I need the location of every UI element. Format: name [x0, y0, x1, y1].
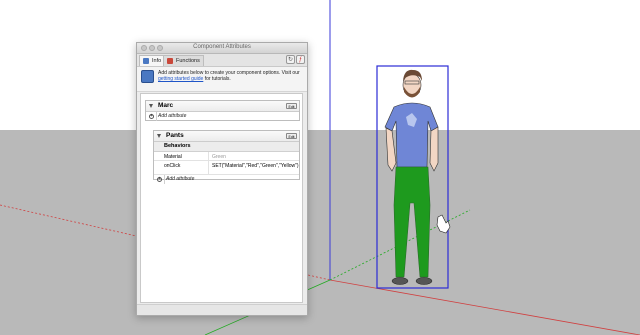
component-name: Pants: [166, 132, 184, 139]
intro-section: Add attributes below to create your comp…: [137, 67, 307, 92]
getting-started-link[interactable]: getting started guide: [158, 76, 203, 82]
dialog-footer: [137, 304, 307, 315]
column-divider: [208, 152, 209, 160]
component-attributes-dialog: Component Attributes Info Functions ↻ ƒ …: [136, 42, 308, 316]
add-attribute-label[interactable]: Add attribute: [158, 112, 186, 121]
column-divider: [208, 161, 209, 174]
attributes-panel: Marc Edit + Add attribute Pants Edit Beh…: [140, 93, 303, 303]
refresh-icon[interactable]: ↻: [286, 55, 295, 64]
attribute-value[interactable]: Green: [212, 154, 292, 160]
attribute-row[interactable]: onClick SET("Material","Red","Green","Ye…: [154, 161, 299, 175]
intro-text-after: for tutorials.: [204, 76, 231, 82]
tab-functions-label: Functions: [176, 58, 200, 64]
tab-info[interactable]: Info: [139, 55, 166, 66]
tab-functions[interactable]: Functions: [163, 55, 204, 66]
sketchup-viewport[interactable]: [0, 0, 640, 335]
component-header[interactable]: Marc Edit: [146, 101, 299, 112]
right-arm: [429, 126, 439, 172]
info-icon: [143, 58, 149, 64]
attribute-name: onClick: [164, 162, 181, 169]
left-shoe: [391, 277, 409, 285]
collapse-triangle-icon[interactable]: [149, 104, 153, 108]
row-divider: [156, 112, 157, 121]
component-header[interactable]: Pants Edit: [154, 131, 299, 142]
add-attribute-row[interactable]: + Add attribute: [146, 112, 299, 121]
component-icon: [141, 70, 154, 83]
attribute-row[interactable]: Material Green: [154, 152, 299, 161]
left-arm: [385, 127, 397, 172]
edit-button[interactable]: Edit: [286, 102, 297, 109]
add-icon[interactable]: +: [157, 177, 162, 182]
functions-icon: [167, 58, 173, 64]
attribute-name: Material: [164, 153, 182, 160]
add-attribute-row[interactable]: + Add attribute: [154, 175, 299, 184]
pants: [393, 166, 431, 278]
component-marc: Marc Edit + Add attribute: [145, 100, 300, 121]
dialog-title: Component Attributes: [193, 44, 251, 50]
tab-info-label: Info: [152, 58, 162, 64]
component-name: Marc: [158, 102, 174, 109]
component-pants: Pants Edit Behaviors Material Green onCl…: [153, 130, 300, 184]
add-attribute-label[interactable]: Add attribute: [166, 175, 194, 184]
right-shoe: [415, 277, 433, 285]
add-icon[interactable]: +: [149, 114, 154, 119]
group-header: Behaviors: [154, 142, 299, 152]
collapse-triangle-icon[interactable]: [157, 134, 161, 138]
row-divider: [164, 175, 165, 184]
tab-bar: Info Functions ↻ ƒ: [137, 54, 307, 67]
attribute-value[interactable]: SET("Material","Red","Green","Yellow"): [212, 163, 299, 169]
toggle-formula-icon[interactable]: ƒ: [296, 55, 305, 64]
intro-text: Add attributes below to create your comp…: [158, 70, 304, 82]
edit-button[interactable]: Edit: [286, 132, 297, 139]
dialog-titlebar[interactable]: Component Attributes: [137, 43, 307, 54]
person-component-marc[interactable]: [376, 65, 452, 291]
model-axes: [0, 0, 640, 335]
